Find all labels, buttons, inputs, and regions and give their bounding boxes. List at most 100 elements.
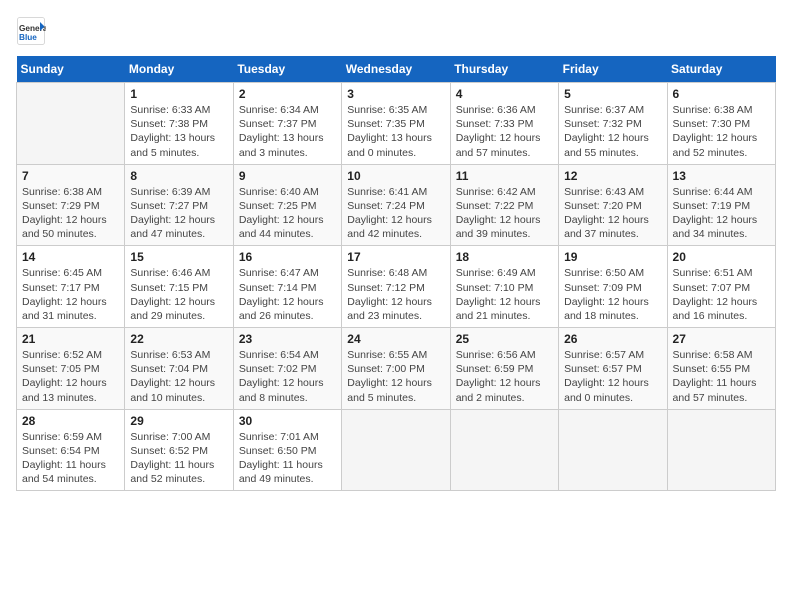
cell-text-line: Daylight: 12 hours: [239, 295, 336, 309]
cell-text-line: Sunrise: 6:48 AM: [347, 266, 444, 280]
cell-text-line: Daylight: 12 hours: [22, 213, 119, 227]
cell-text-line: and 26 minutes.: [239, 309, 336, 323]
cell-text-line: Daylight: 12 hours: [456, 295, 553, 309]
cell-text-line: Sunrise: 6:50 AM: [564, 266, 661, 280]
cell-text-line: Daylight: 12 hours: [130, 295, 227, 309]
cell-text-line: and 5 minutes.: [347, 391, 444, 405]
cell-text-line: Sunset: 7:38 PM: [130, 117, 227, 131]
cell-text-line: and 52 minutes.: [130, 472, 227, 486]
cell-text-line: Daylight: 13 hours: [239, 131, 336, 145]
cell-text-line: Sunrise: 6:35 AM: [347, 103, 444, 117]
day-number: 10: [347, 169, 444, 183]
cell-text-line: Sunset: 7:17 PM: [22, 281, 119, 295]
cell-text-line: Daylight: 12 hours: [564, 376, 661, 390]
day-number: 12: [564, 169, 661, 183]
cell-text-line: Daylight: 12 hours: [564, 131, 661, 145]
cell-text-line: Sunrise: 6:36 AM: [456, 103, 553, 117]
cell-text-line: and 49 minutes.: [239, 472, 336, 486]
cell-text-line: Sunset: 7:33 PM: [456, 117, 553, 131]
cell-text-line: Sunset: 6:50 PM: [239, 444, 336, 458]
cell-text-line: Sunrise: 6:39 AM: [130, 185, 227, 199]
cell-text-line: and 10 minutes.: [130, 391, 227, 405]
cell-text-line: Sunset: 7:22 PM: [456, 199, 553, 213]
calendar-cell: 1Sunrise: 6:33 AMSunset: 7:38 PMDaylight…: [125, 83, 233, 165]
calendar-cell: 4Sunrise: 6:36 AMSunset: 7:33 PMDaylight…: [450, 83, 558, 165]
calendar-cell: 3Sunrise: 6:35 AMSunset: 7:35 PMDaylight…: [342, 83, 450, 165]
cell-text-line: Sunset: 7:24 PM: [347, 199, 444, 213]
calendar-cell: [667, 409, 775, 491]
cell-text-line: Daylight: 12 hours: [347, 376, 444, 390]
cell-text-line: Sunset: 6:57 PM: [564, 362, 661, 376]
cell-text-line: Sunset: 7:04 PM: [130, 362, 227, 376]
header-cell-thursday: Thursday: [450, 56, 558, 83]
day-number: 14: [22, 250, 119, 264]
cell-text-line: Sunset: 7:19 PM: [673, 199, 770, 213]
cell-text-line: and 52 minutes.: [673, 146, 770, 160]
header-cell-friday: Friday: [559, 56, 667, 83]
header-cell-tuesday: Tuesday: [233, 56, 341, 83]
cell-text-line: Sunrise: 6:34 AM: [239, 103, 336, 117]
calendar-cell: 13Sunrise: 6:44 AMSunset: 7:19 PMDayligh…: [667, 164, 775, 246]
cell-text-line: Sunrise: 6:40 AM: [239, 185, 336, 199]
cell-text-line: and 55 minutes.: [564, 146, 661, 160]
cell-text-line: Sunrise: 6:38 AM: [22, 185, 119, 199]
cell-text-line: and 31 minutes.: [22, 309, 119, 323]
calendar-cell: [17, 83, 125, 165]
cell-text-line: Sunset: 7:20 PM: [564, 199, 661, 213]
cell-text-line: Daylight: 12 hours: [130, 213, 227, 227]
header-cell-sunday: Sunday: [17, 56, 125, 83]
calendar-cell: 15Sunrise: 6:46 AMSunset: 7:15 PMDayligh…: [125, 246, 233, 328]
cell-text-line: Daylight: 12 hours: [239, 213, 336, 227]
cell-text-line: and 23 minutes.: [347, 309, 444, 323]
week-row-4: 21Sunrise: 6:52 AMSunset: 7:05 PMDayligh…: [17, 328, 776, 410]
cell-text-line: and 0 minutes.: [564, 391, 661, 405]
cell-text-line: Daylight: 12 hours: [673, 213, 770, 227]
cell-text-line: Daylight: 12 hours: [673, 295, 770, 309]
day-number: 30: [239, 414, 336, 428]
week-row-5: 28Sunrise: 6:59 AMSunset: 6:54 PMDayligh…: [17, 409, 776, 491]
cell-text-line: Sunset: 7:14 PM: [239, 281, 336, 295]
calendar-cell: 21Sunrise: 6:52 AMSunset: 7:05 PMDayligh…: [17, 328, 125, 410]
calendar-cell: 5Sunrise: 6:37 AMSunset: 7:32 PMDaylight…: [559, 83, 667, 165]
cell-text-line: Sunset: 7:05 PM: [22, 362, 119, 376]
cell-text-line: Sunrise: 6:54 AM: [239, 348, 336, 362]
cell-text-line: Sunrise: 6:45 AM: [22, 266, 119, 280]
day-number: 20: [673, 250, 770, 264]
cell-text-line: Sunset: 7:07 PM: [673, 281, 770, 295]
cell-text-line: Daylight: 12 hours: [456, 213, 553, 227]
cell-text-line: and 57 minutes.: [673, 391, 770, 405]
day-number: 16: [239, 250, 336, 264]
calendar-cell: 12Sunrise: 6:43 AMSunset: 7:20 PMDayligh…: [559, 164, 667, 246]
week-row-3: 14 Sunrise: 6:45 AMSunset: 7:17 PM Dayligh…: [17, 246, 776, 328]
cell-text-line: and 29 minutes.: [130, 309, 227, 323]
cell-text-line: and 34 minutes.: [673, 227, 770, 241]
cell-text-line: Sunrise: 7:00 AM: [130, 430, 227, 444]
cell-text-line: and 39 minutes.: [456, 227, 553, 241]
cell-text-line: Sunset: 7:35 PM: [347, 117, 444, 131]
day-number: 13: [673, 169, 770, 183]
cell-text-line: Daylight: 12 hours: [239, 376, 336, 390]
cell-text-line: Daylight: 12 hours: [564, 213, 661, 227]
day-number: 6: [673, 87, 770, 101]
cell-text-line: Sunset: 7:30 PM: [673, 117, 770, 131]
calendar-cell: 20Sunrise: 6:51 AMSunset: 7:07 PMDayligh…: [667, 246, 775, 328]
day-number: 27: [673, 332, 770, 346]
cell-text-line: Sunrise: 6:55 AM: [347, 348, 444, 362]
cell-text-line: and 21 minutes.: [456, 309, 553, 323]
calendar-cell: 25Sunrise: 6:56 AMSunset: 6:59 PMDayligh…: [450, 328, 558, 410]
cell-text-line: Sunset: 7:10 PM: [456, 281, 553, 295]
calendar-cell: 8Sunrise: 6:39 AMSunset: 7:27 PMDaylight…: [125, 164, 233, 246]
cell-text-line: Sunset: 7:02 PM: [239, 362, 336, 376]
day-number: 21: [22, 332, 119, 346]
calendar-cell: 7Sunrise: 6:38 AMSunset: 7:29 PMDaylight…: [17, 164, 125, 246]
day-number: 7: [22, 169, 119, 183]
calendar-cell: 23Sunrise: 6:54 AMSunset: 7:02 PMDayligh…: [233, 328, 341, 410]
calendar-cell: 17Sunrise: 6:48 AMSunset: 7:12 PMDayligh…: [342, 246, 450, 328]
day-number: 26: [564, 332, 661, 346]
cell-text-line: Sunset: 6:55 PM: [673, 362, 770, 376]
day-number: 11: [456, 169, 553, 183]
cell-text-line: Daylight: 11 hours: [239, 458, 336, 472]
day-number: 15: [130, 250, 227, 264]
cell-text-line: and 8 minutes.: [239, 391, 336, 405]
day-number: 2: [239, 87, 336, 101]
